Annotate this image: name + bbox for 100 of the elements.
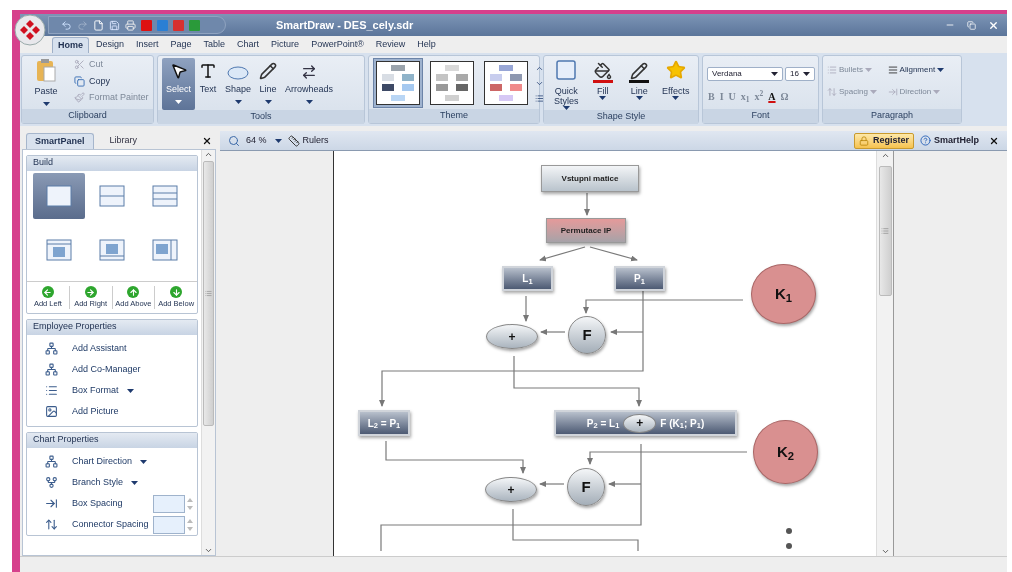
ribbon-tab[interactable]: Page — [165, 37, 197, 53]
tool-button[interactable]: Text — [195, 58, 221, 110]
shape-style-button[interactable]: Effects — [657, 58, 694, 100]
theme-thumbnail[interactable] — [481, 58, 531, 108]
paragraph-icon — [887, 65, 898, 75]
file-export-icon[interactable] — [173, 19, 184, 31]
panel-tab[interactable]: SmartPanel — [26, 133, 94, 149]
new-file-icon[interactable] — [93, 19, 104, 31]
spacing-field[interactable] — [153, 515, 185, 534]
app-logo[interactable] — [14, 14, 46, 46]
panel-item[interactable]: Branch Style — [72, 476, 139, 490]
scroll-up-icon[interactable] — [880, 151, 890, 160]
theme-preview-drawing — [376, 61, 420, 105]
scrollbar[interactable] — [876, 151, 893, 556]
caret-icon — [140, 459, 148, 464]
register-button[interactable]: Register — [853, 132, 914, 149]
caret-icon — [933, 90, 941, 94]
caret-icon — [274, 138, 282, 143]
panel-item[interactable]: Box Format — [72, 384, 134, 398]
theme-preview-drawing — [484, 61, 528, 105]
spinner-icon[interactable] — [187, 496, 193, 511]
caret-icon — [42, 101, 50, 106]
spacing-field[interactable] — [153, 494, 185, 513]
ribbon-tab[interactable]: PowerPoint® — [306, 37, 369, 53]
more-icon[interactable] — [535, 93, 544, 103]
print-icon[interactable] — [125, 19, 136, 31]
file-export-icon[interactable] — [141, 19, 152, 31]
ribbon-tab[interactable]: Chart — [232, 37, 265, 53]
layout-option[interactable] — [33, 173, 86, 219]
paste-button[interactable]: Paste — [26, 58, 66, 106]
panel-item[interactable]: Add Assistant — [72, 342, 127, 356]
caret-icon — [131, 480, 139, 485]
item-icon — [45, 363, 58, 377]
theme-thumbnail[interactable] — [427, 58, 477, 108]
ruler-icon — [287, 134, 300, 147]
shape-style-button[interactable]: Fill — [584, 58, 621, 100]
process-box: P$_{1}$ — [614, 266, 665, 291]
panel-item[interactable]: Connector Spacing — [72, 518, 149, 532]
operator-oval: + — [623, 413, 657, 433]
process-box: L$_{1}$ — [502, 266, 553, 291]
tool-button[interactable]: Shape — [221, 58, 256, 110]
section-header: Chart Properties — [27, 433, 197, 449]
caret-icon — [305, 99, 313, 104]
scrollbar[interactable] — [201, 150, 215, 555]
paragraph-button[interactable]: Alignment — [887, 64, 945, 76]
paint-bucket-icon — [593, 62, 612, 80]
clipboard-button[interactable]: Copy — [74, 74, 149, 88]
smarthelp-button[interactable]: SmartHelp — [920, 133, 979, 148]
caret-icon — [672, 96, 680, 100]
formula-text: F (K$_{1}$; P$_{1}$) — [660, 416, 705, 431]
undo-icon[interactable] — [61, 19, 72, 31]
ellipsis-dots-icon — [785, 527, 793, 551]
panel-item[interactable]: Chart Direction — [72, 455, 148, 469]
tool-button[interactable]: Arrowheads — [281, 58, 338, 110]
panel-item[interactable]: Add Picture — [72, 405, 119, 419]
caret-icon — [803, 72, 810, 76]
shape-style-button[interactable]: Quick Styles — [548, 58, 585, 110]
shape-style-button[interactable]: Line — [621, 58, 658, 100]
save-icon[interactable] — [109, 19, 120, 31]
ribbon-tab[interactable]: Table — [198, 37, 231, 53]
paragraph-icon — [887, 87, 898, 97]
scrollbar-thumb[interactable] — [203, 161, 214, 426]
theme-thumbnail[interactable] — [373, 58, 423, 108]
font-name-dropdown[interactable]: Verdana — [707, 67, 783, 81]
restore-icon[interactable] — [967, 20, 976, 30]
process-box: L$_{2}$ = P$_{1}$ — [358, 410, 410, 436]
paragraph-icon — [827, 87, 837, 97]
search-icon[interactable] — [228, 134, 240, 147]
scroll-down-icon[interactable] — [204, 546, 213, 555]
scroll-up-icon[interactable] — [204, 150, 213, 159]
panel-tab[interactable]: Library — [101, 133, 146, 149]
tool-button[interactable]: Line — [255, 58, 282, 110]
item-icon — [45, 518, 58, 532]
caret-icon — [264, 99, 272, 104]
ellipse-icon — [227, 66, 250, 80]
caret-icon — [234, 99, 242, 104]
ribbon-tab[interactable]: Picture — [266, 37, 305, 53]
caret-icon — [126, 388, 134, 393]
zoom-dropdown[interactable]: 64 % — [246, 133, 282, 148]
scroll-down-icon[interactable] — [880, 547, 890, 556]
layout-icon — [46, 239, 73, 261]
redo-icon[interactable] — [77, 19, 88, 31]
close-icon[interactable] — [989, 135, 999, 146]
font-size-dropdown[interactable]: 16 — [785, 67, 815, 81]
format-button[interactable]: A — [767, 89, 777, 104]
caret-icon — [599, 96, 607, 100]
help-icon — [920, 135, 931, 146]
panel-item[interactable]: Add Co-Manager — [72, 363, 141, 377]
section-header: Employee Properties — [27, 320, 197, 336]
ribbon-tab[interactable]: Design — [91, 37, 130, 53]
ribbon-tab[interactable]: Review — [370, 37, 411, 53]
ribbon-tab[interactable]: Help — [412, 37, 441, 53]
rulers-button[interactable]: Rulers — [302, 133, 329, 148]
scrollbar-thumb[interactable] — [878, 166, 892, 296]
spinner-icon[interactable] — [187, 517, 193, 532]
ribbon-tab[interactable]: Home — [52, 37, 89, 53]
close-icon[interactable] — [202, 136, 212, 146]
tool-button[interactable]: Select — [162, 58, 195, 110]
panel-item[interactable]: Box Spacing — [72, 497, 123, 511]
ribbon-tab[interactable]: Insert — [131, 37, 164, 53]
